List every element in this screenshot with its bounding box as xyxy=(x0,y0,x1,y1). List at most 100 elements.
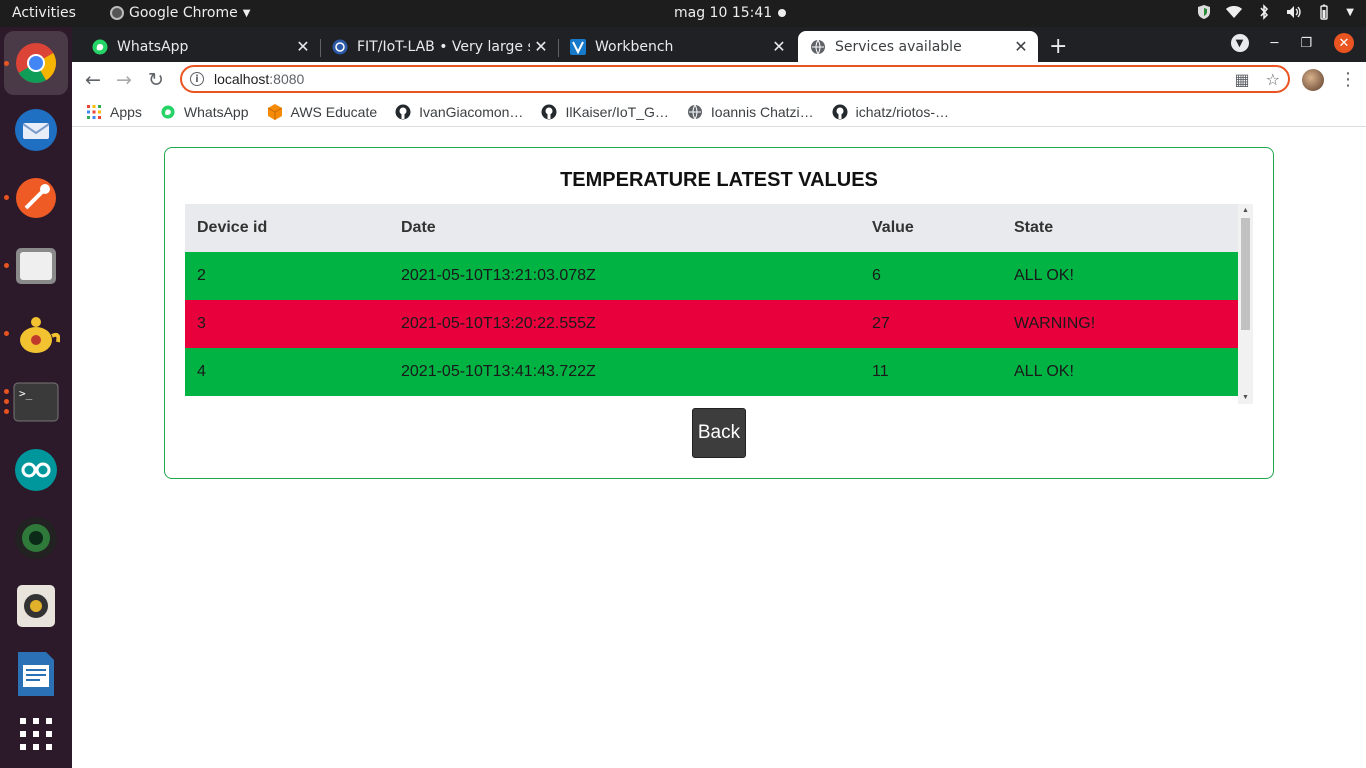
running-indicator xyxy=(4,61,9,66)
bluetooth-icon[interactable] xyxy=(1256,4,1272,20)
bookmark-ivangiacomon[interactable]: IvanGiacomon… xyxy=(395,104,523,120)
scroll-down-arrow-icon[interactable]: ▼ xyxy=(1238,394,1253,401)
tab-strip: WhatsApp ✕ FIT/IoT-LAB • Very large sc ✕… xyxy=(72,27,1366,62)
close-icon[interactable]: ✕ xyxy=(768,37,790,56)
activities-button[interactable]: Activities xyxy=(12,5,76,21)
tab-search-icon[interactable]: ▼ xyxy=(1230,34,1249,52)
dock-thunderbird[interactable] xyxy=(12,106,60,154)
qr-code-icon[interactable]: ▦ xyxy=(1235,70,1250,89)
close-icon[interactable]: ✕ xyxy=(292,37,314,56)
dock: >_ xyxy=(0,27,72,768)
cell-date: 2021-05-10T13:20:22.555Z xyxy=(389,300,860,348)
tab-workbench[interactable]: Workbench ✕ xyxy=(558,31,796,62)
clock[interactable]: mag 10 15:41 xyxy=(674,5,772,21)
window-close-icon[interactable]: ✕ xyxy=(1334,33,1354,53)
shield-icon[interactable] xyxy=(1196,4,1212,20)
address-bar[interactable]: i localhost:8080 ▦ ☆ xyxy=(180,65,1290,93)
postman-icon xyxy=(16,178,56,218)
chrome-small-icon xyxy=(110,6,124,20)
chevron-down-icon[interactable]: ▼ xyxy=(1346,7,1354,18)
files-icon xyxy=(16,248,56,284)
show-applications-button[interactable] xyxy=(12,710,60,758)
svg-text:>_: >_ xyxy=(19,387,33,400)
profile-avatar[interactable] xyxy=(1302,69,1324,91)
bookmark-label: Apps xyxy=(110,103,142,120)
bookmark-ioannis-chatzi[interactable]: Ioannis Chatzi… xyxy=(687,104,814,120)
page-content: TEMPERATURE LATEST VALUES Device id Date… xyxy=(72,128,1366,768)
tab-services-available[interactable]: Services available ✕ xyxy=(798,31,1038,62)
cell-date: 2021-05-10T13:21:03.078Z xyxy=(389,252,860,300)
page-title: TEMPERATURE LATEST VALUES xyxy=(560,169,878,191)
bookmarks-bar: Apps WhatsApp AWS Educate IvanGiacomon… … xyxy=(72,97,1366,127)
scrollbar-thumb[interactable] xyxy=(1241,218,1250,330)
table-header-row: Device id Date Value State xyxy=(185,204,1238,252)
running-indicator xyxy=(4,399,9,404)
globe-icon xyxy=(810,39,826,55)
bookmark-label: Ioannis Chatzi… xyxy=(710,103,814,120)
running-indicator xyxy=(4,409,9,414)
close-icon[interactable]: ✕ xyxy=(1010,37,1032,56)
tab-fit-iot-lab[interactable]: FIT/IoT-LAB • Very large sc ✕ xyxy=(320,31,558,62)
table-scrollbar[interactable]: ▲ ▼ xyxy=(1238,204,1253,404)
workbench-icon xyxy=(570,38,586,55)
forward-arrow-icon[interactable]: → xyxy=(116,69,132,91)
dock-rhythmbox[interactable] xyxy=(12,582,60,630)
cell-value: 11 xyxy=(860,348,1002,396)
column-header-state: State xyxy=(1002,204,1238,252)
bookmark-label: ichatz/riotos-… xyxy=(855,103,949,120)
dock-postman[interactable] xyxy=(12,174,60,222)
dock-libreoffice-writer[interactable] xyxy=(12,650,60,698)
back-arrow-icon[interactable]: ← xyxy=(85,69,101,91)
writer-icon xyxy=(18,652,54,696)
bookmark-label: AWS Educate xyxy=(290,103,378,120)
dock-chrome[interactable] xyxy=(4,31,68,95)
cell-device-id: 4 xyxy=(185,348,389,396)
table-scroll-container[interactable]: Device id Date Value State 2 2021-05-10T… xyxy=(185,204,1253,404)
bookmark-ichatz-riotos[interactable]: ichatz/riotos-… xyxy=(832,104,949,120)
tab-whatsapp[interactable]: WhatsApp ✕ xyxy=(80,31,320,62)
url-text[interactable]: localhost:8080 xyxy=(214,71,304,87)
table-row: 4 2021-05-10T13:41:43.722Z 11 ALL OK! xyxy=(185,348,1238,396)
bookmark-apps[interactable]: Apps xyxy=(86,104,142,120)
temperature-card: TEMPERATURE LATEST VALUES Device id Date… xyxy=(164,147,1274,479)
system-tray[interactable]: ▼ xyxy=(1196,4,1354,20)
chrome-icon xyxy=(16,43,56,83)
dock-teapot-app[interactable] xyxy=(12,310,60,358)
aws-cube-icon xyxy=(267,103,283,120)
running-indicator xyxy=(4,263,9,268)
maximize-icon[interactable]: ❐ xyxy=(1300,36,1312,51)
running-indicator xyxy=(4,195,9,200)
cell-device-id: 2 xyxy=(185,252,389,300)
tab-title: FIT/IoT-LAB • Very large sc xyxy=(357,38,530,55)
temperature-table: Device id Date Value State 2 2021-05-10T… xyxy=(185,204,1238,396)
teapot-icon xyxy=(20,317,60,353)
dock-arduino[interactable] xyxy=(12,446,60,494)
minimize-icon[interactable]: ─ xyxy=(1271,36,1279,51)
new-tab-plus-icon[interactable]: + xyxy=(1049,34,1067,59)
cell-state: WARNING! xyxy=(1002,300,1238,348)
bookmark-ilkaiser[interactable]: IlKaiser/IoT_G… xyxy=(541,103,669,120)
app-menu[interactable]: Google Chrome ▼ xyxy=(110,5,250,21)
table-row: 2 2021-05-10T13:21:03.078Z 6 ALL OK! xyxy=(185,252,1238,300)
scroll-up-arrow-icon[interactable]: ▲ xyxy=(1238,207,1253,214)
more-vert-icon[interactable]: ⋮ xyxy=(1339,69,1357,90)
bookmark-label: IlKaiser/IoT_G… xyxy=(565,103,669,120)
wifi-icon[interactable] xyxy=(1226,4,1243,20)
volume-icon[interactable] xyxy=(1286,4,1302,20)
close-icon[interactable]: ✕ xyxy=(530,37,552,56)
github-icon xyxy=(541,104,557,120)
table-row: 3 2021-05-10T13:20:22.555Z 27 WARNING! xyxy=(185,300,1238,348)
globe-icon xyxy=(687,104,703,120)
bookmark-label: IvanGiacomon… xyxy=(419,103,524,120)
star-icon[interactable]: ☆ xyxy=(1266,70,1280,89)
bookmark-whatsapp[interactable]: WhatsApp xyxy=(160,104,249,120)
dock-files[interactable] xyxy=(12,242,60,290)
info-icon[interactable]: i xyxy=(190,72,204,86)
battery-icon[interactable] xyxy=(1316,4,1332,20)
column-header-date: Date xyxy=(389,204,860,252)
dock-terminal[interactable]: >_ xyxy=(12,378,60,426)
dock-webcam[interactable] xyxy=(12,514,60,562)
bookmark-aws-educate[interactable]: AWS Educate xyxy=(267,103,378,120)
reload-icon[interactable]: ↻ xyxy=(148,69,164,91)
back-button[interactable]: Back xyxy=(692,408,746,458)
